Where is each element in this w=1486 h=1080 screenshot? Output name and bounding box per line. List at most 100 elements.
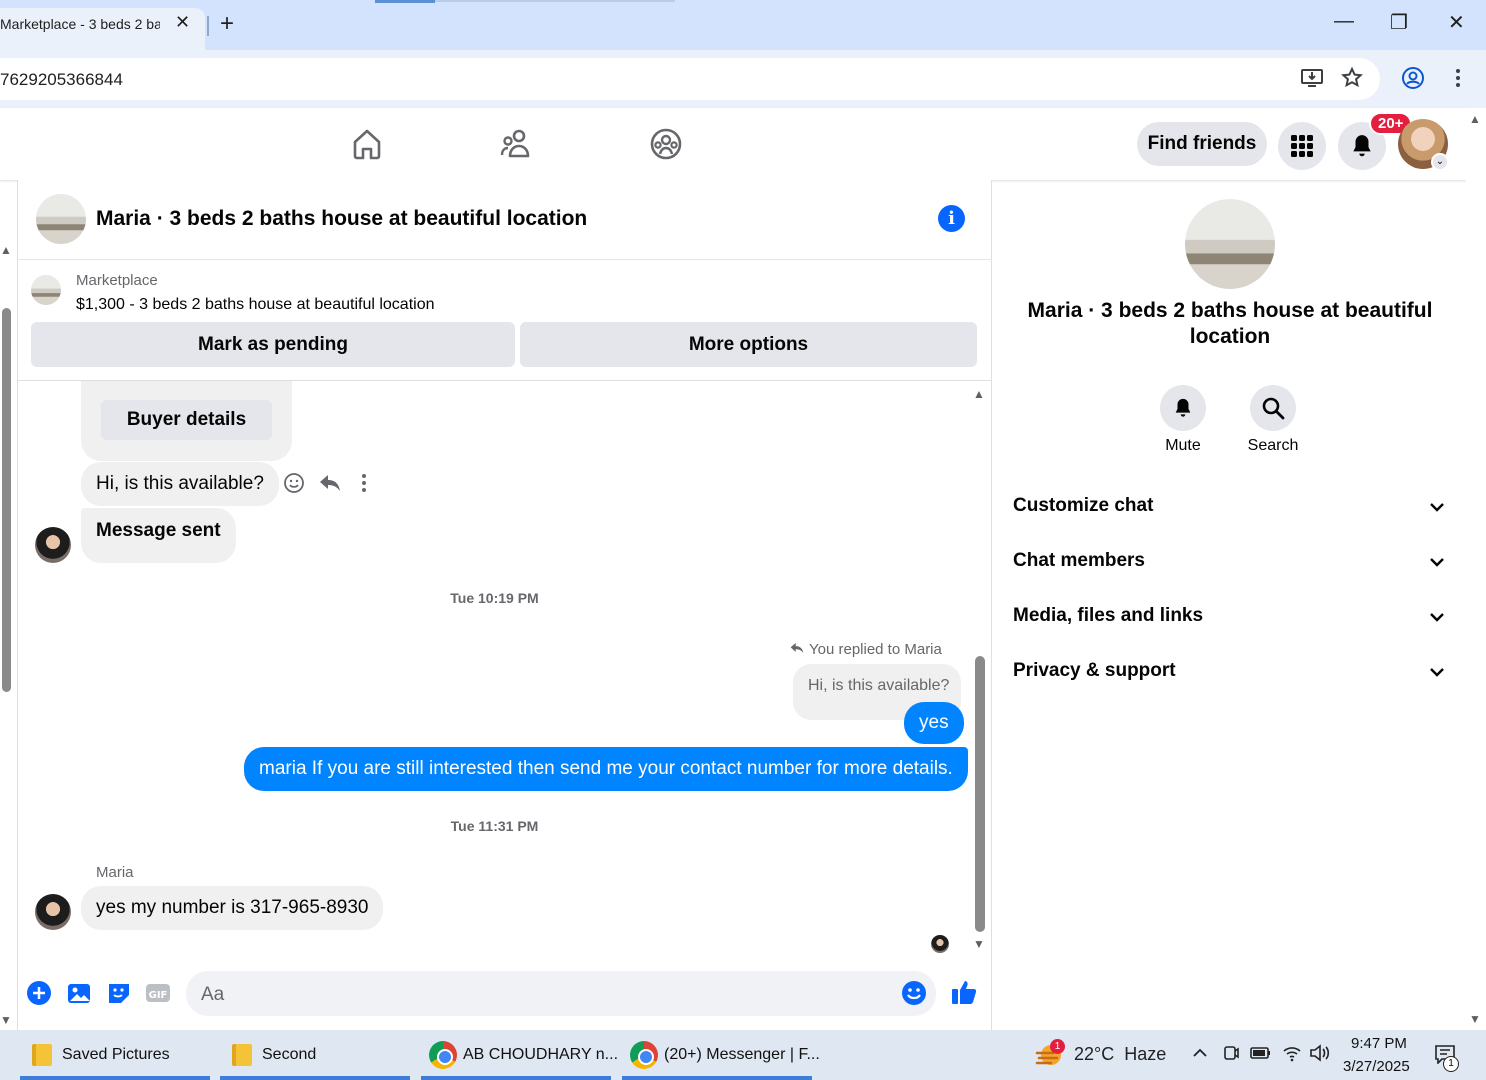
chrome-icon — [429, 1041, 457, 1069]
svg-text:GIF: GIF — [149, 990, 168, 1001]
taskbar-active-indicator — [20, 1076, 210, 1080]
privacy-support-section[interactable]: Privacy & support — [1013, 660, 1176, 682]
groups-icon[interactable] — [648, 126, 684, 162]
thumbs-up-icon[interactable] — [950, 978, 977, 1004]
taskbar-label: Second — [262, 1046, 317, 1063]
outgoing-message-bubble[interactable]: yes — [904, 702, 964, 744]
sender-name: Maria — [96, 864, 134, 881]
left-scroll-down-arrow-icon[interactable]: ▼ — [0, 1013, 12, 1027]
weather-badge: 1 — [1050, 1039, 1065, 1054]
taskbar-item-chrome-1[interactable]: AB CHOUDHARY n... — [429, 1030, 618, 1080]
plus-circle-icon[interactable] — [26, 980, 52, 1006]
clock-time[interactable]: 9:47 PM — [1351, 1035, 1407, 1052]
incoming-message-bubble[interactable]: yes my number is 317-965-8930 — [81, 886, 384, 930]
message-sent-bubble[interactable]: Message sent — [81, 508, 236, 563]
browser-menu-icon[interactable] — [1448, 66, 1468, 96]
mute-label: Mute — [1165, 437, 1201, 454]
mute-button[interactable] — [1160, 385, 1206, 431]
chevron-down-icon[interactable]: ⌄ — [1431, 153, 1449, 171]
taskbar-active-indicator — [220, 1076, 410, 1080]
left-scroll-up-arrow-icon[interactable]: ▲ — [0, 243, 12, 257]
taskbar-item-chrome-2[interactable]: (20+) Messenger | F... — [630, 1030, 820, 1080]
chevron-down-icon[interactable] — [1427, 662, 1447, 682]
close-window-button[interactable]: ✕ — [1448, 10, 1465, 35]
find-friends-button[interactable]: Find friends — [1137, 122, 1267, 166]
bookmark-star-icon[interactable] — [1340, 66, 1364, 96]
taskbar-item-saved-pictures[interactable]: Saved Pictures — [32, 1030, 170, 1080]
install-app-icon[interactable] — [1300, 66, 1324, 96]
sender-avatar[interactable] — [35, 527, 71, 563]
outgoing-message-bubble[interactable]: maria If you are still interested then s… — [244, 747, 968, 791]
emoji-icon[interactable] — [901, 980, 927, 1006]
buyer-details-button[interactable]: Buyer details — [101, 400, 272, 440]
grid-icon — [1291, 135, 1313, 157]
menu-grid-button[interactable] — [1278, 122, 1326, 170]
search-label: Search — [1247, 437, 1299, 454]
clock-date[interactable]: 3/27/2025 — [1343, 1058, 1410, 1075]
info-icon[interactable]: i — [938, 205, 965, 232]
chat-scroll-up-arrow-icon[interactable]: ▲ — [973, 387, 985, 401]
omnibox[interactable] — [0, 58, 1380, 100]
reply-indicator-icon — [789, 641, 805, 660]
details-title: Maria · 3 beds 2 baths house at beautifu… — [1027, 299, 1433, 348]
reply-icon[interactable] — [318, 472, 342, 499]
replied-label: You replied to Maria — [809, 641, 942, 658]
photo-icon[interactable] — [66, 980, 92, 1006]
listing-title[interactable]: $1,300 - 3 beds 2 baths house at beautif… — [76, 296, 434, 314]
friends-icon[interactable] — [499, 126, 535, 162]
weather-text[interactable]: 22°C Haze — [1074, 1044, 1166, 1065]
folder-icon — [32, 1044, 52, 1066]
taskbar-active-indicator — [622, 1076, 812, 1080]
listing-thumbnail[interactable] — [31, 275, 61, 305]
maximize-button[interactable]: ❐ — [1390, 10, 1408, 35]
volume-icon[interactable] — [1309, 1044, 1331, 1067]
chevron-down-icon[interactable] — [1427, 497, 1447, 517]
taskbar-label: Saved Pictures — [62, 1046, 170, 1063]
mark-as-pending-button[interactable]: Mark as pending — [31, 322, 515, 367]
tab-highlight — [375, 0, 435, 3]
left-scrollbar-thumb[interactable] — [2, 308, 11, 692]
conversation-avatar[interactable] — [1185, 199, 1275, 289]
chevron-down-icon[interactable] — [1427, 552, 1447, 572]
bell-icon — [1175, 398, 1191, 417]
search-button[interactable] — [1250, 385, 1296, 431]
message-bubble[interactable]: Hi, is this available? — [81, 462, 279, 506]
seen-avatar — [931, 935, 949, 953]
new-tab-icon[interactable]: + — [220, 10, 234, 38]
timestamp: Tue 11:31 PM — [450, 818, 539, 834]
home-icon[interactable] — [349, 126, 385, 162]
taskbar-label: AB CHOUDHARY n... — [463, 1046, 619, 1063]
chevron-down-icon[interactable] — [1427, 607, 1447, 627]
taskbar-item-second[interactable]: Second — [232, 1030, 316, 1080]
search-icon — [1262, 397, 1285, 420]
tab-close-icon[interactable]: ✕ — [175, 12, 190, 33]
customize-chat-section[interactable]: Customize chat — [1013, 495, 1153, 517]
chat-title[interactable]: Maria · 3 beds 2 baths house at beautifu… — [96, 207, 587, 231]
sender-avatar[interactable] — [35, 894, 71, 930]
react-emoji-icon[interactable] — [283, 472, 305, 499]
url-text[interactable]: 7629205366844 — [0, 70, 123, 90]
bell-icon — [1353, 135, 1371, 157]
chat-scrollbar-thumb[interactable] — [975, 656, 985, 932]
battery-icon[interactable] — [1250, 1044, 1272, 1067]
scroll-down-arrow-icon[interactable]: ▼ — [1469, 1012, 1481, 1026]
chat-avatar[interactable] — [36, 194, 86, 244]
more-options-button[interactable]: More options — [520, 322, 977, 367]
taskbar-label: (20+) Messenger | F... — [664, 1046, 820, 1063]
more-dots-icon[interactable] — [355, 472, 373, 499]
browser-profile-icon[interactable] — [1401, 66, 1425, 96]
tab-title: Marketplace - 3 beds 2 ba — [0, 16, 160, 32]
sticker-icon[interactable] — [106, 980, 132, 1006]
minimize-button[interactable]: — — [1334, 10, 1354, 33]
gif-icon[interactable]: GIF — [145, 980, 171, 1006]
wifi-icon[interactable] — [1282, 1044, 1302, 1067]
media-files-links-section[interactable]: Media, files and links — [1013, 605, 1203, 627]
meet-now-icon[interactable] — [1222, 1044, 1240, 1067]
chat-scroll-down-arrow-icon[interactable]: ▼ — [973, 937, 985, 951]
show-hidden-icons-icon[interactable] — [1191, 1044, 1209, 1067]
chat-members-section[interactable]: Chat members — [1013, 550, 1145, 572]
page-scrollbar[interactable] — [1466, 108, 1486, 1030]
taskbar-active-indicator — [421, 1076, 611, 1080]
scroll-up-arrow-icon[interactable]: ▲ — [1469, 112, 1481, 126]
message-input[interactable] — [186, 971, 936, 1016]
